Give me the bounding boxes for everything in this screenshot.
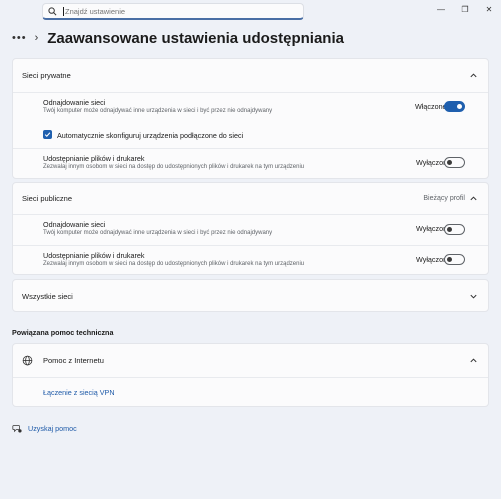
section-title: Sieci prywatne: [22, 71, 71, 80]
toggle-knob: [447, 227, 452, 232]
toggle-knob: [457, 104, 462, 109]
private-networks-header[interactable]: Sieci prywatne: [13, 59, 488, 92]
network-discovery-toggle[interactable]: [444, 101, 465, 112]
title-bar: — ❐ ✕: [0, 0, 501, 24]
public-network-discovery-toggle[interactable]: [444, 224, 465, 235]
public-network-discovery-row: Odnajdowanie sieci Twój komputer może od…: [13, 216, 488, 245]
get-help[interactable]: Uzyskaj pomoc: [12, 423, 77, 433]
public-networks-header[interactable]: Sieci publiczne Bieżący profil: [13, 183, 488, 214]
search-box[interactable]: [42, 3, 304, 20]
chevron-up-icon[interactable]: [469, 71, 478, 80]
chevron-up-icon[interactable]: [469, 194, 478, 203]
setting-description: Twój komputer może odnajdywać inne urząd…: [43, 108, 273, 114]
network-discovery-row: Odnajdowanie sieci Twój komputer może od…: [13, 93, 488, 123]
page-title: Zaawansowane ustawienia udostępniania: [47, 29, 344, 47]
close-button[interactable]: ✕: [480, 3, 498, 15]
globe-icon: [22, 355, 33, 366]
setting-description: Zezwalaj innym osobom w sieci na dostęp …: [43, 164, 305, 170]
toggle-state-label: Włączone: [415, 102, 447, 111]
file-printer-sharing-row: Udostępnianie plików i drukarek Zezwalaj…: [13, 149, 488, 179]
file-printer-sharing-toggle[interactable]: [444, 157, 465, 168]
internet-help-title: Pomoc z Internetu: [43, 356, 104, 365]
divider: [13, 214, 488, 215]
help-icon: [12, 425, 22, 433]
maximize-button[interactable]: ❐: [456, 3, 474, 15]
setting-title: Udostępnianie plików i drukarek: [43, 154, 145, 163]
related-support-card: Pomoc z Internetu Łączenie z siecią VPN: [12, 343, 489, 407]
public-file-printer-sharing-row: Udostępnianie plików i drukarek Zezwalaj…: [13, 246, 488, 275]
vpn-help-link[interactable]: Łączenie z siecią VPN: [43, 388, 115, 397]
setting-title: Odnajdowanie sieci: [43, 98, 106, 107]
current-profile-label: Bieżący profil: [423, 195, 465, 202]
section-title: Sieci publiczne: [22, 194, 73, 203]
more-options-button[interactable]: •••: [12, 32, 27, 44]
get-help-link[interactable]: Uzyskaj pomoc: [28, 424, 77, 433]
toggle-knob: [447, 257, 452, 262]
section-title: Wszystkie sieci: [22, 292, 73, 301]
setting-title: Udostępnianie plików i drukarek: [43, 251, 145, 260]
search-icon: [48, 6, 57, 15]
checkbox-label: Automatycznie skonfiguruj urządzenia pod…: [57, 131, 244, 140]
setting-description: Twój komputer może odnajdywać inne urząd…: [43, 230, 273, 236]
chevron-right-icon: ›: [34, 32, 39, 44]
setting-title: Odnajdowanie sieci: [43, 220, 106, 229]
related-support-heading: Powiązana pomoc techniczna: [12, 328, 114, 337]
text-caret: [63, 6, 64, 16]
chevron-down-icon[interactable]: [469, 292, 478, 301]
public-file-printer-sharing-toggle[interactable]: [444, 254, 465, 265]
vpn-link-row: Łączenie z siecią VPN: [13, 378, 488, 407]
checkmark-icon: [44, 132, 51, 138]
private-networks-card: Sieci prywatne Odnajdowanie sieci Twój k…: [12, 58, 489, 179]
internet-help-header[interactable]: Pomoc z Internetu: [13, 344, 488, 377]
search-input[interactable]: [65, 6, 265, 16]
all-networks-header[interactable]: Wszystkie sieci: [13, 280, 488, 313]
chevron-up-icon[interactable]: [469, 356, 478, 365]
toggle-knob: [447, 160, 452, 165]
autoconfig-row: Automatycznie skonfiguruj urządzenia pod…: [13, 123, 488, 147]
autoconfig-checkbox[interactable]: [43, 130, 52, 139]
minimize-button[interactable]: —: [432, 3, 450, 15]
page-header: ••• › Zaawansowane ustawienia udostępnia…: [12, 28, 344, 48]
setting-description: Zezwalaj innym osobom w sieci na dostęp …: [43, 261, 305, 267]
public-networks-card: Sieci publiczne Bieżący profil Odnajdowa…: [12, 182, 489, 275]
all-networks-card[interactable]: Wszystkie sieci: [12, 279, 489, 312]
